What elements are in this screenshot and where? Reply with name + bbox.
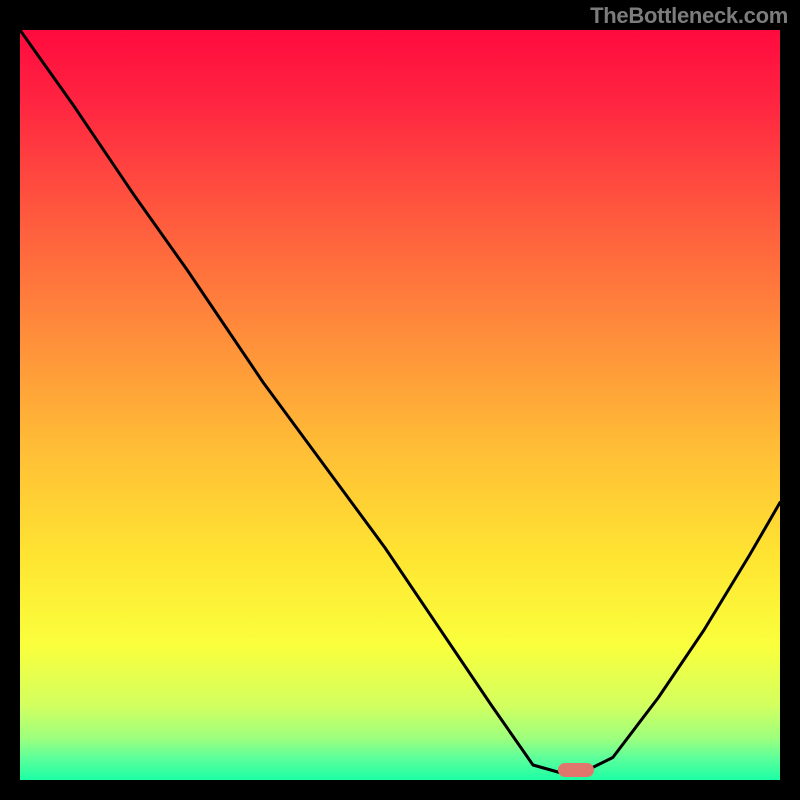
plot-svg xyxy=(20,30,780,780)
plot-area xyxy=(20,30,780,780)
heat-gradient xyxy=(20,30,780,780)
chart-container: TheBottleneck.com xyxy=(0,0,800,800)
watermark-text: TheBottleneck.com xyxy=(590,3,788,29)
sweet-spot-marker xyxy=(558,763,594,777)
